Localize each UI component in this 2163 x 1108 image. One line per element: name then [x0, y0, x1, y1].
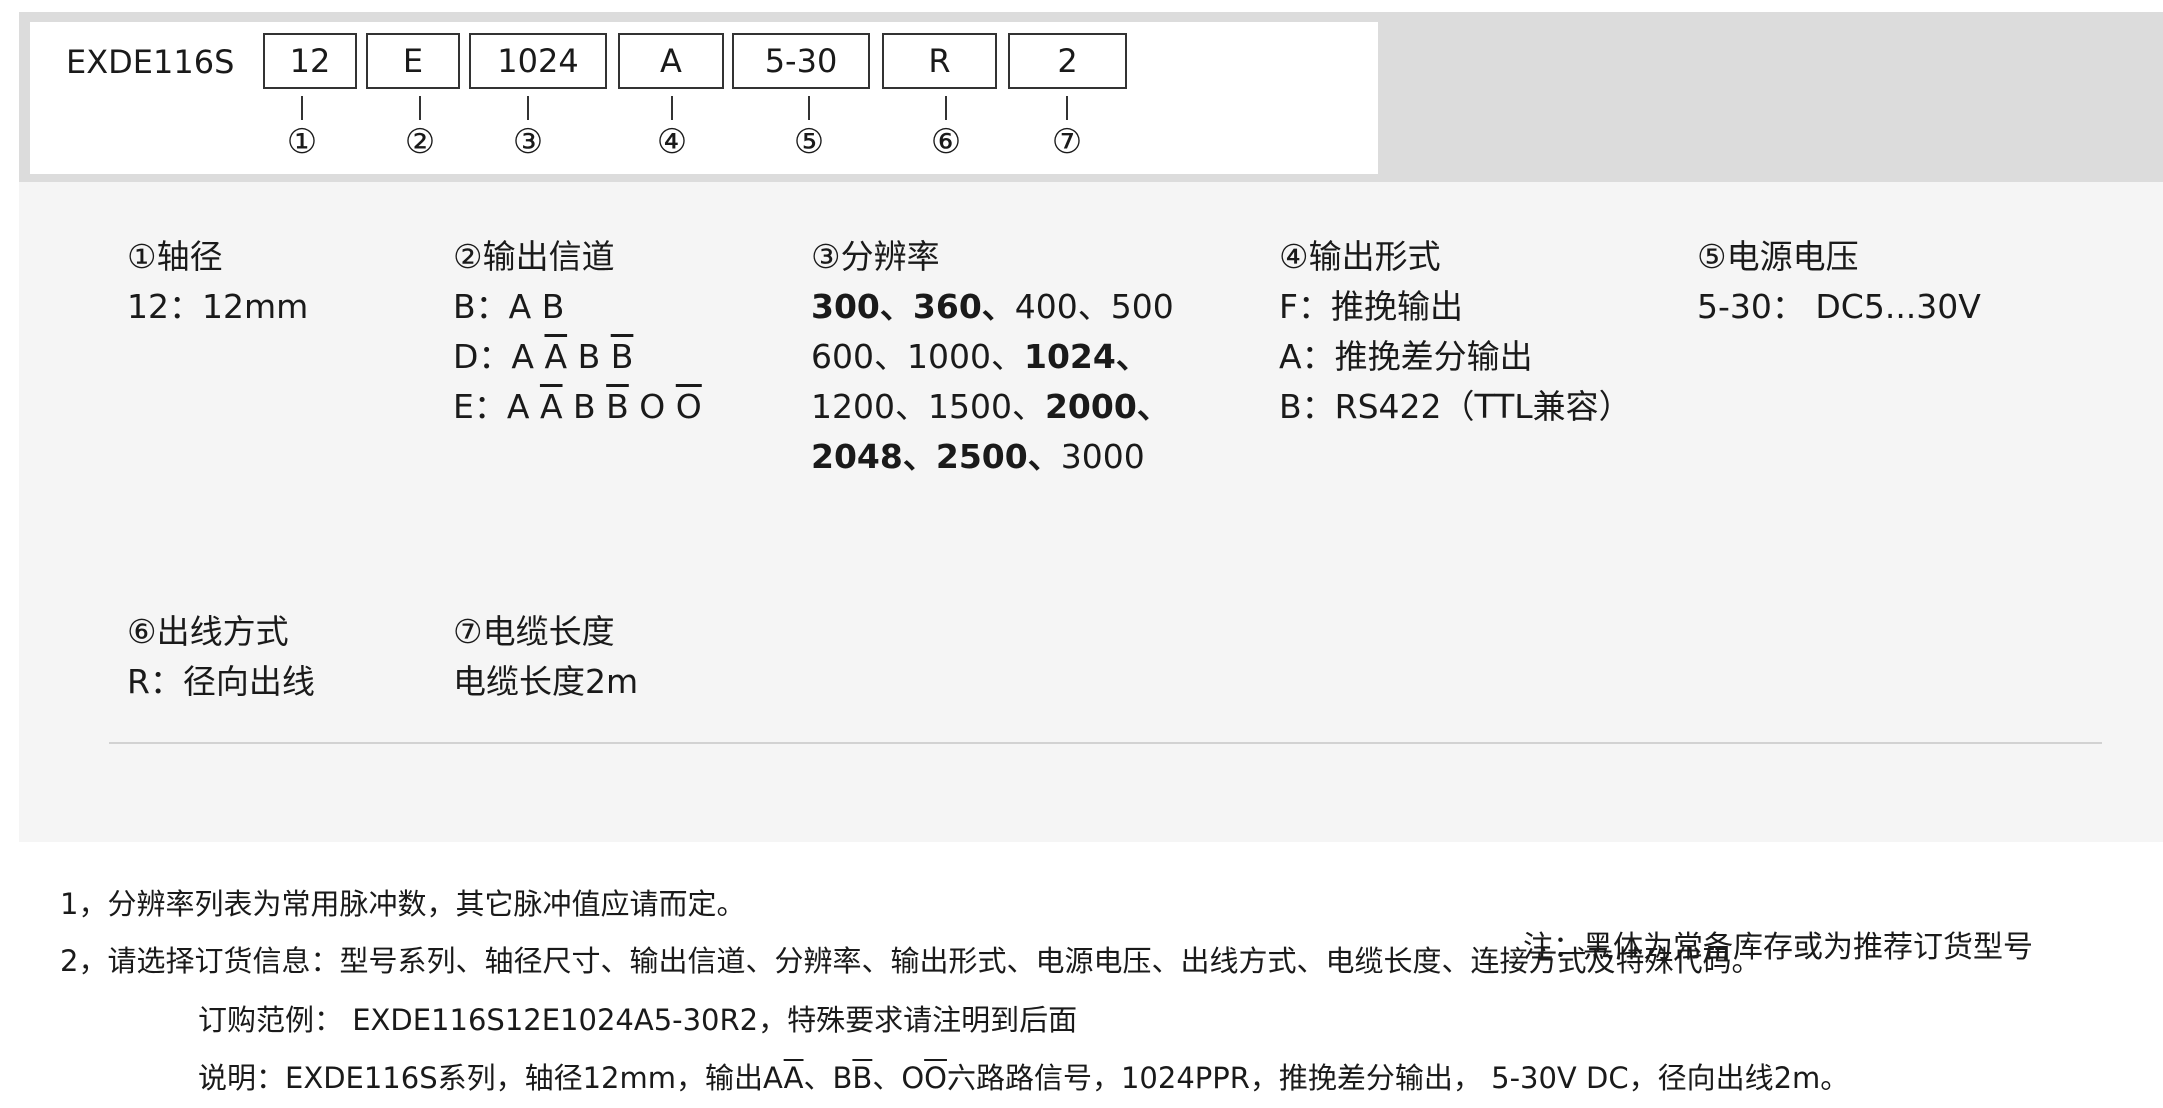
code-box-channel: E [366, 33, 460, 89]
legend-item: B：RS422（TTL兼容） [1279, 387, 1632, 426]
code-number: ① [286, 122, 318, 162]
legend-area: ①轴径 12：12mm ②输出信道 B：A B D：A A B B E：A A … [19, 182, 2163, 965]
code-tick [301, 96, 303, 120]
code-tick [419, 96, 421, 120]
code-box-cable: 2 [1008, 33, 1127, 89]
code-number: ② [404, 122, 436, 162]
code-number: ⑥ [930, 122, 962, 162]
code-box-shaft: 12 [263, 33, 357, 89]
code-number: ③ [512, 122, 544, 162]
legend-title: ①轴径 [127, 237, 223, 276]
legend-title: ④输出形式 [1279, 237, 1441, 276]
code-box-voltage: 5-30 [732, 33, 870, 89]
code-tick [808, 96, 810, 120]
code-number: ④ [656, 122, 688, 162]
legend-item: 1200、1500、2000、 [811, 387, 1170, 426]
footer-note-2: 2，请选择订货信息：型号系列、轴径尺寸、输出信道、分辨率、输出形式、电源电压、出… [60, 944, 1761, 978]
legend-item: 2048、2500、3000 [811, 437, 1145, 476]
legend-shaft: ①轴径 12：12mm [127, 232, 308, 332]
legend-divider [109, 742, 2102, 744]
code-box-resolution: 1024 [469, 33, 607, 89]
order-example: 订购范例： EXDE116S12E1024A5-30R2，特殊要求请注明到后面 [198, 1003, 1078, 1037]
legend-item: F：推挽输出 [1279, 287, 1463, 326]
code-tick [671, 96, 673, 120]
legend-item: 300、360、400、500 [811, 287, 1174, 326]
model-prefix: EXDE116S [66, 43, 235, 81]
legend-item: 电缆长度2m [453, 662, 639, 701]
footer-note-1: 1，分辨率列表为常用脉冲数，其它脉冲值应请而定。 [60, 887, 746, 921]
code-box-output: A [618, 33, 724, 89]
order-code-panel: EXDE116S 12 E 1024 A 5-30 R 2 ① ② ③ ④ ⑤ … [30, 22, 1378, 174]
legend-title: ⑦电缆长度 [453, 612, 615, 651]
legend-item: 600、1000、1024、 [811, 337, 1149, 376]
order-explanation: 说明：EXDE116S系列，轴径12mm，输出AA、BB、OO六路路信号，102… [198, 1061, 1850, 1095]
legend-title: ②输出信道 [453, 237, 615, 276]
code-number: ⑦ [1051, 122, 1083, 162]
legend-output: ④输出形式 F：推挽输出 A：推挽差分输出 B：RS422（TTL兼容） [1279, 232, 1632, 432]
legend-item: 12：12mm [127, 287, 309, 326]
legend-item: E：A A B B O O [453, 387, 702, 426]
legend-item: A：推挽差分输出 [1279, 337, 1533, 376]
legend-title: ⑤电源电压 [1697, 237, 1859, 276]
legend-resolution: ③分辨率 300、360、400、500 600、1000、1024、 1200… [811, 232, 1174, 482]
legend-cable: ⑦电缆长度 电缆长度2m [453, 607, 638, 707]
legend-wiring: ⑥出线方式 R：径向出线 [127, 607, 315, 707]
legend-item: B：A B [453, 287, 565, 326]
code-box-wiring: R [882, 33, 997, 89]
code-number: ⑤ [793, 122, 825, 162]
legend-voltage: ⑤电源电压 5-30： DC5...30V [1697, 232, 1981, 332]
legend-item: D：A A B B [453, 337, 634, 376]
code-tick [1066, 96, 1068, 120]
code-tick [945, 96, 947, 120]
legend-title: ⑥出线方式 [127, 612, 289, 651]
code-tick [527, 96, 529, 120]
legend-item: 5-30： DC5...30V [1697, 287, 1981, 326]
legend-channel: ②输出信道 B：A B D：A A B B E：A A B B O O [453, 232, 702, 432]
legend-title: ③分辨率 [811, 237, 940, 276]
legend-item: R：径向出线 [127, 662, 315, 701]
